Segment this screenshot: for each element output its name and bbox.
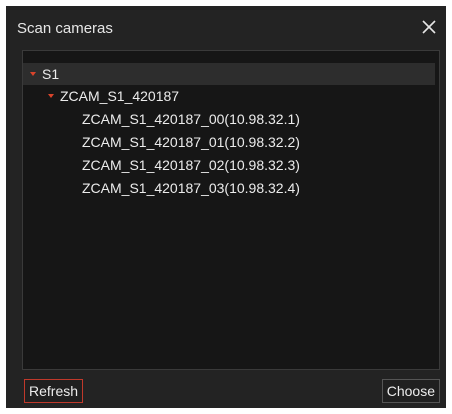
dialog-title: Scan cameras <box>17 20 113 37</box>
tree-item-zcam-group[interactable]: ZCAM_S1_420187 <box>23 85 435 107</box>
camera-tree[interactable]: S1 ZCAM_S1_420187 ZCAM_S1_420187_00(10.9… <box>22 50 440 370</box>
expand-arrow-icon[interactable] <box>30 72 36 76</box>
tree-item-label: ZCAM_S1_420187_02(10.98.32.3) <box>82 157 300 173</box>
dialog-titlebar: Scan cameras <box>6 6 446 46</box>
tree-item-label: ZCAM_S1_420187_01(10.98.32.2) <box>82 134 300 150</box>
tree-item-label: ZCAM_S1_420187 <box>60 88 180 104</box>
scan-cameras-dialog: Scan cameras S1 ZCAM_S1_420187 ZCAM_S1_4… <box>6 6 446 408</box>
expand-arrow-icon[interactable] <box>48 94 54 98</box>
tree-item-camera[interactable]: ZCAM_S1_420187_00(10.98.32.1) <box>23 108 435 130</box>
tree-item-camera[interactable]: ZCAM_S1_420187_03(10.98.32.4) <box>23 177 435 199</box>
refresh-button[interactable]: Refresh <box>24 379 84 403</box>
tree-item-label: S1 <box>42 66 60 82</box>
close-icon[interactable] <box>420 18 438 36</box>
tree-item-camera[interactable]: ZCAM_S1_420187_01(10.98.32.2) <box>23 131 435 153</box>
choose-button[interactable]: Choose <box>381 379 440 403</box>
tree-item-camera[interactable]: ZCAM_S1_420187_02(10.98.32.3) <box>23 154 435 176</box>
tree-item-label: ZCAM_S1_420187_00(10.98.32.1) <box>82 111 300 127</box>
tree-item-label: ZCAM_S1_420187_03(10.98.32.4) <box>82 180 300 196</box>
tree-item-s1[interactable]: S1 <box>23 63 435 85</box>
